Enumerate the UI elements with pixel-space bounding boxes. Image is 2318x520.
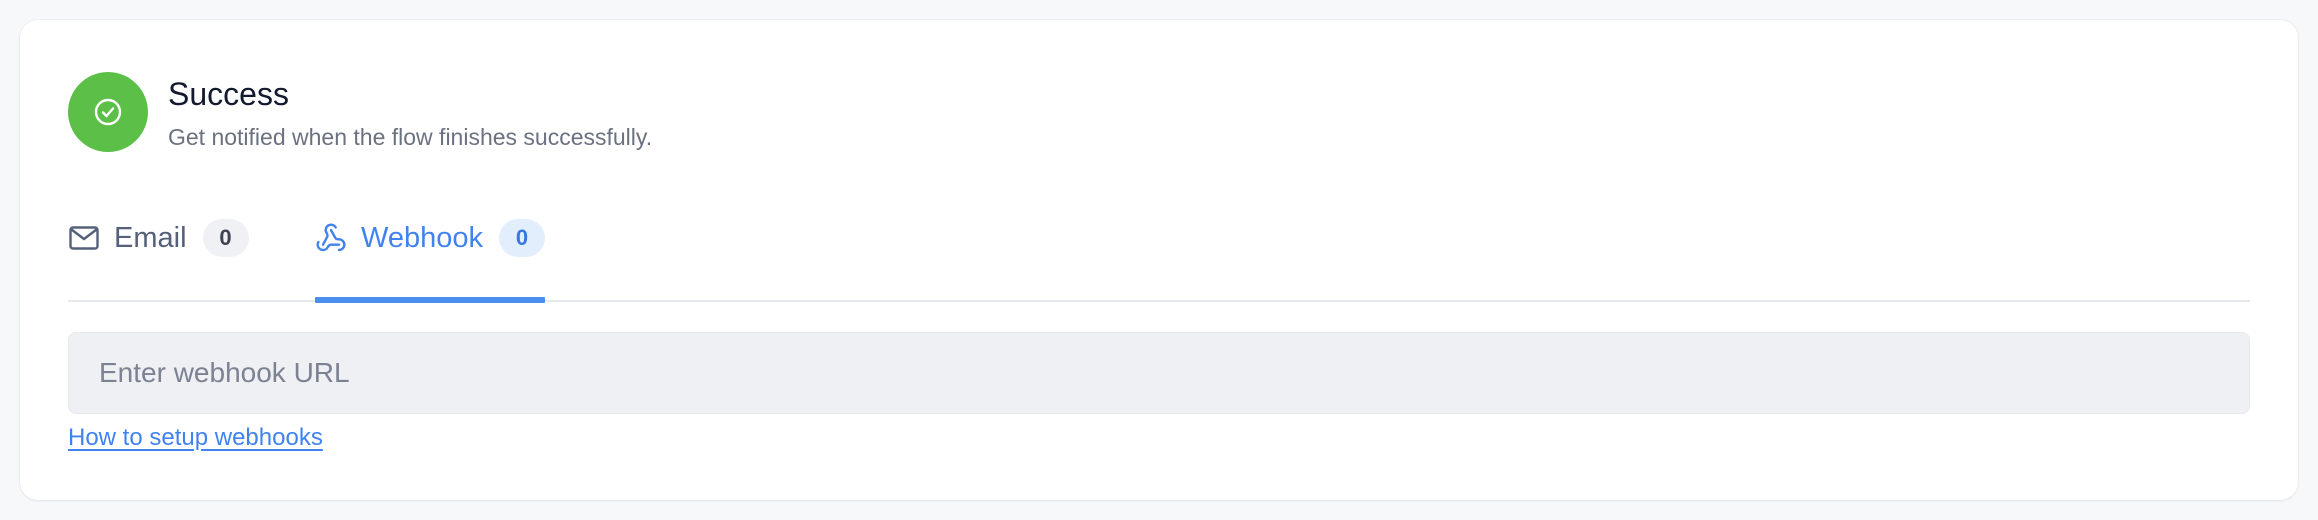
mail-icon: [68, 222, 100, 254]
notification-card: Success Get notified when the flow finis…: [20, 20, 2298, 500]
notification-description: Get notified when the flow finishes succ…: [168, 124, 653, 150]
tab-webhook[interactable]: Webhook 0: [315, 200, 545, 303]
webhook-url-input[interactable]: [68, 332, 2250, 414]
channel-tabs: Email 0 Webhook 0: [68, 200, 2250, 303]
check-circle-icon: [92, 96, 124, 128]
success-status-badge: [68, 72, 148, 152]
notification-title: Success: [168, 76, 289, 112]
notification-header: Success Get notified when the flow finis…: [68, 72, 652, 152]
tab-email-count-badge: 0: [202, 219, 249, 257]
tab-email[interactable]: Email 0: [68, 200, 249, 300]
tab-webhook-count-badge: 0: [499, 219, 545, 257]
tab-email-label: Email: [114, 221, 187, 254]
webhook-setup-help-link[interactable]: How to setup webhooks: [68, 422, 323, 454]
tab-webhook-label: Webhook: [361, 221, 483, 254]
header-text: Success Get notified when the flow finis…: [168, 74, 652, 152]
webhook-icon: [315, 222, 347, 254]
